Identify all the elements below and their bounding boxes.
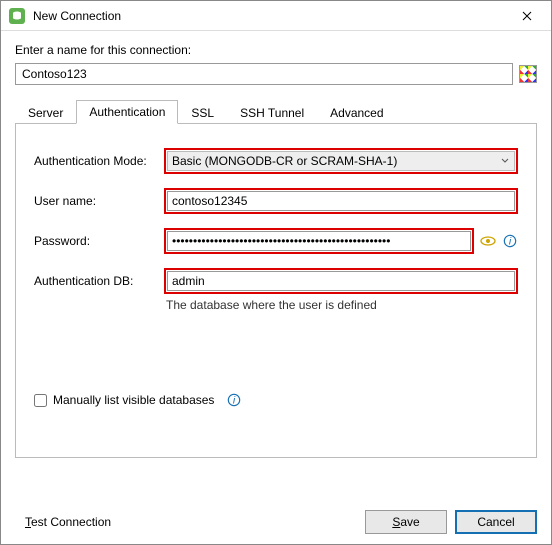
connection-name-input[interactable] — [15, 63, 513, 85]
info-icon[interactable]: i — [502, 233, 518, 249]
tab-advanced[interactable]: Advanced — [317, 101, 396, 124]
svg-text:i: i — [233, 395, 236, 407]
manual-databases-label: Manually list visible databases — [53, 393, 214, 407]
tab-server[interactable]: Server — [15, 101, 76, 124]
window-title: New Connection — [33, 9, 507, 23]
color-picker-button[interactable] — [519, 65, 537, 83]
cancel-button[interactable]: Cancel — [455, 510, 537, 534]
password-label: Password: — [34, 234, 164, 248]
password-input[interactable] — [167, 231, 471, 251]
app-icon — [9, 8, 25, 24]
close-button[interactable] — [507, 2, 547, 30]
username-label: User name: — [34, 194, 164, 208]
tab-authentication[interactable]: Authentication — [76, 100, 178, 124]
eye-icon[interactable] — [480, 233, 496, 249]
authdb-input[interactable] — [167, 271, 515, 291]
name-prompt: Enter a name for this connection: — [15, 43, 537, 57]
auth-mode-select[interactable]: Basic (MONGODB-CR or SCRAM-SHA-1) — [167, 151, 515, 171]
auth-mode-label: Authentication Mode: — [34, 154, 164, 168]
authdb-helper: The database where the user is defined — [166, 298, 518, 312]
info-icon[interactable]: i — [226, 392, 242, 408]
tab-ssh-tunnel[interactable]: SSH Tunnel — [227, 101, 317, 124]
test-connection-button[interactable]: TTest Connectionest Connection — [15, 510, 121, 534]
tab-ssl[interactable]: SSL — [178, 101, 227, 124]
svg-text:i: i — [509, 236, 512, 248]
manual-databases-checkbox[interactable] — [34, 394, 47, 407]
save-button[interactable]: SaveSave — [365, 510, 447, 534]
authdb-label: Authentication DB: — [34, 274, 164, 288]
username-input[interactable] — [167, 191, 515, 211]
